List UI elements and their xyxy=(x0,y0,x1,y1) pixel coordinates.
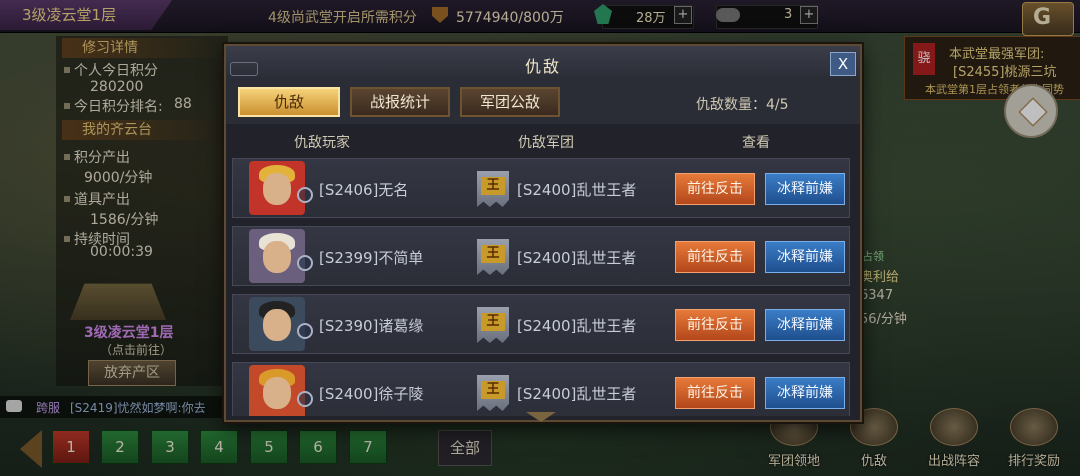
player-avatar[interactable] xyxy=(249,297,305,351)
player-avatar[interactable] xyxy=(249,161,305,215)
enemy-count: 仇敌数量：4/5 xyxy=(696,97,789,113)
inspect-magnifier-icon[interactable] xyxy=(297,255,313,271)
close-icon[interactable]: X xyxy=(830,52,856,76)
player-avatar[interactable] xyxy=(249,229,305,283)
enemy-row: [S2400]徐子陵 王 [S2400]乱世王者 前往反击 冰释前嫌 xyxy=(232,362,850,416)
counterattack-button[interactable]: 前往反击 xyxy=(675,241,755,273)
inspect-magnifier-icon[interactable] xyxy=(297,391,313,407)
tab-battle-stats[interactable]: 战报统计 xyxy=(350,87,450,117)
enemy-dialog: 仇敌 X 仇敌 战报统计 军团公敌 仇敌数量：4/5 仇敌玩家 仇敌军团 查看 … xyxy=(224,44,862,422)
column-header-player: 仇敌玩家 xyxy=(294,135,350,151)
forgive-button[interactable]: 冰释前嫌 xyxy=(765,173,845,205)
column-header-view: 查看 xyxy=(742,135,770,151)
enemy-legion-name: [S2400]乱世王者 xyxy=(517,249,637,267)
forgive-button[interactable]: 冰释前嫌 xyxy=(765,377,845,409)
legion-glyph: 王 xyxy=(481,381,505,399)
dialog-title: 仇敌 xyxy=(524,57,561,76)
counterattack-button[interactable]: 前往反击 xyxy=(675,173,755,205)
inspect-magnifier-icon[interactable] xyxy=(297,323,313,339)
legion-flag-icon: 王 xyxy=(477,307,509,343)
inspect-magnifier-icon[interactable] xyxy=(297,187,313,203)
legion-glyph: 王 xyxy=(481,177,505,195)
legion-glyph: 王 xyxy=(481,245,505,263)
enemy-player-name: [S2399]不简单 xyxy=(319,249,424,267)
legion-glyph: 王 xyxy=(481,313,505,331)
enemy-list[interactable]: [S2406]无名 王 [S2400]乱世王者 前往反击 冰释前嫌 [S2399… xyxy=(232,158,852,416)
legion-flag-icon: 王 xyxy=(477,171,509,207)
legion-flag-icon: 王 xyxy=(477,239,509,275)
enemy-player-name: [S2400]徐子陵 xyxy=(319,385,424,403)
forgive-button[interactable]: 冰释前嫌 xyxy=(765,241,845,273)
enemy-player-name: [S2406]无名 xyxy=(319,181,409,199)
enemy-row: [S2406]无名 王 [S2400]乱世王者 前往反击 冰释前嫌 xyxy=(232,158,850,218)
forgive-button[interactable]: 冰释前嫌 xyxy=(765,309,845,341)
enemy-row: [S2390]诸葛缘 王 [S2400]乱世王者 前往反击 冰释前嫌 xyxy=(232,294,850,354)
counterattack-button[interactable]: 前往反击 xyxy=(675,377,755,409)
scroll-down-arrow-icon[interactable] xyxy=(526,412,556,422)
legion-flag-icon: 王 xyxy=(477,375,509,411)
tabs-bar: 仇敌 战报统计 军团公敌 仇敌数量：4/5 xyxy=(226,80,860,124)
tab-enemies[interactable]: 仇敌 xyxy=(238,87,340,117)
enemy-legion-name: [S2400]乱世王者 xyxy=(517,181,637,199)
enemy-legion-name: [S2400]乱世王者 xyxy=(517,385,637,403)
enemy-player-name: [S2390]诸葛缘 xyxy=(319,317,424,335)
enemy-legion-name: [S2400]乱世王者 xyxy=(517,317,637,335)
counterattack-button[interactable]: 前往反击 xyxy=(675,309,755,341)
enemy-row: [S2399]不简单 王 [S2400]乱世王者 前往反击 冰释前嫌 xyxy=(232,226,850,286)
dialog-header: 仇敌 X xyxy=(226,46,860,81)
player-avatar[interactable] xyxy=(249,365,305,416)
column-header-legion: 仇敌军团 xyxy=(518,135,574,151)
tab-legion-enemies[interactable]: 军团公敌 xyxy=(460,87,560,117)
